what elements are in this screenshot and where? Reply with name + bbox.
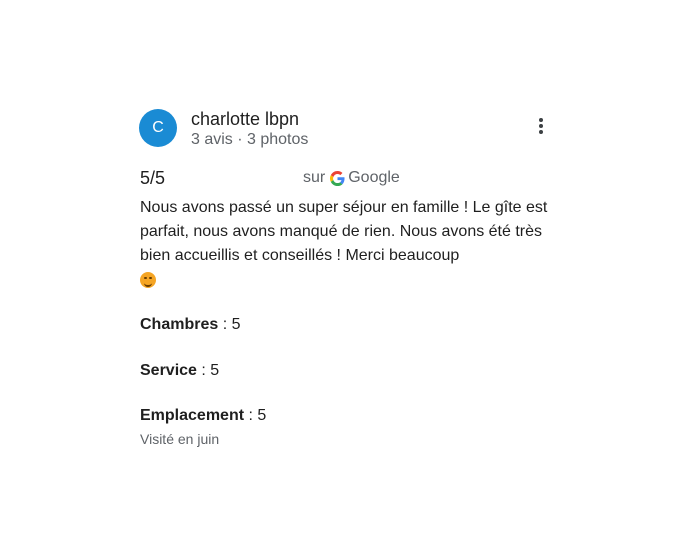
attribute-rooms: Chambres : 5 [140,316,241,334]
review-source: sur Google [303,169,400,187]
review-text: Nous avons passé un super séjour en fami… [140,196,550,296]
author-meta: 3 avis · 3 photos [191,131,309,148]
attribute-label: Chambres [140,316,219,333]
review-card: C charlotte lbpn 3 avis · 3 photos 5/5 s… [0,0,700,550]
rating: 5/5 [140,168,166,188]
attribute-value: 5 [231,316,241,333]
author-name[interactable]: charlotte lbpn [191,109,299,130]
attribute-location: Emplacement : 5 [140,407,266,425]
attribute-value: 5 [210,362,220,379]
google-g-icon [330,170,345,186]
attribute-separator: : [196,362,211,379]
source-name: Google [348,169,400,186]
more-options-icon[interactable] [530,118,552,142]
avatar[interactable]: C [139,109,177,147]
attribute-label: Service [140,362,197,379]
visit-date: Visité en juin [140,431,220,447]
attribute-separator: : [244,407,258,424]
attribute-service: Service : 5 [140,362,219,380]
smiling-face-emoji-icon [140,272,156,288]
attribute-label: Emplacement [140,407,245,424]
review-text-content: Nous avons passé un super séjour en fami… [140,199,548,264]
attribute-value: 5 [257,407,267,424]
attribute-separator: : [218,316,232,333]
source-prefix: sur [303,169,326,186]
